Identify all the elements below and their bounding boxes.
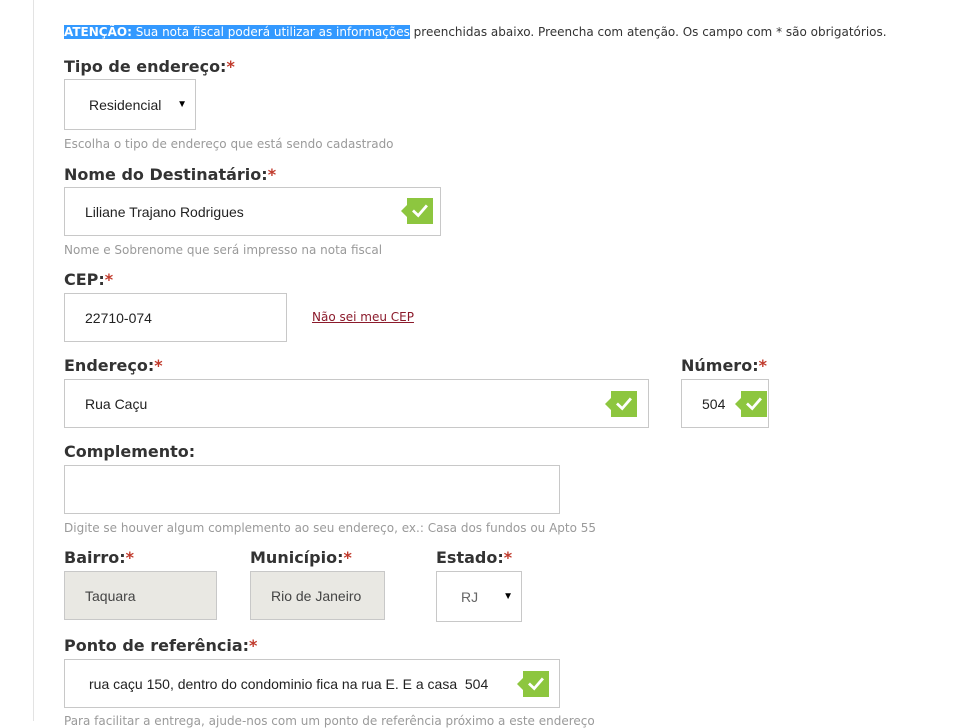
state-label-text: Estado: [436,548,504,567]
notice-rest-text: preenchidas abaixo. Preencha com atenção… [409,25,887,39]
find-cep-link[interactable]: Não sei meu CEP [312,310,414,324]
required-fields-notice: ATENÇÃO: Sua nota fiscal poderá utilizar… [64,25,887,39]
number-label: Número:* [681,356,767,375]
state-select[interactable]: RJ ▼ [436,571,522,622]
address-label: Endereço:* [64,356,163,375]
state-selected: RJ [461,588,479,605]
check-icon [735,391,767,417]
neighborhood-input[interactable]: Taquara [64,571,217,620]
address-type-selected: Residencial [89,96,162,113]
cep-label-text: CEP: [64,270,105,289]
complement-label: Complemento: [64,442,196,461]
neighborhood-label-text: Bairro: [64,548,126,567]
cep-input[interactable]: 22710-074 [64,293,287,342]
notice-highlight-text: Sua nota fiscal poderá utilizar as infor… [131,25,410,39]
reference-label: Ponto de referência:* [64,636,257,655]
city-label-text: Município: [250,548,344,567]
required-star: * [154,356,163,375]
required-star: * [226,57,235,76]
required-star: * [104,270,114,289]
address-type-label-text: Tipo de endereço: [64,57,227,76]
complement-input[interactable] [64,465,560,514]
content-border [33,0,34,721]
required-star: * [249,636,258,655]
recipient-value: Liliane Trajano Rodrigues [85,203,244,220]
cep-label: CEP:* [64,270,113,289]
caret-down-icon: ▼ [177,98,187,110]
required-star: * [503,548,513,567]
cep-value: 22710-074 [85,309,152,326]
neighborhood-value: Taquara [85,587,136,604]
address-label-text: Endereço: [64,356,155,375]
city-value: Rio de Janeiro [271,587,362,604]
required-star: * [758,356,767,375]
reference-hint: Para facilitar a entrega, ajude-nos com … [64,714,595,728]
neighborhood-label: Bairro:* [64,548,134,567]
check-icon [517,671,549,697]
required-star: * [267,165,277,184]
address-type-label: Tipo de endereço:* [64,57,235,76]
address-type-select[interactable]: Residencial ▼ [64,79,196,130]
required-star: * [125,548,135,567]
reference-label-text: Ponto de referência: [64,636,250,655]
check-icon [605,391,637,417]
number-value: 504 [702,395,726,412]
recipient-label: Nome do Destinatário:* [64,165,276,184]
reference-input[interactable]: rua caçu 150, dentro do condominio fica … [64,659,560,708]
recipient-label-text: Nome do Destinatário: [64,165,268,184]
address-value: Rua Caçu [85,395,148,412]
required-star: * [343,548,352,567]
recipient-hint: Nome e Sobrenome que será impresso na no… [64,243,383,257]
caret-down-icon: ▼ [503,590,513,602]
number-label-text: Número: [681,356,759,375]
address-input[interactable]: Rua Caçu [64,379,649,428]
address-type-hint: Escolha o tipo de endereço que está send… [64,137,394,151]
recipient-input[interactable]: Liliane Trajano Rodrigues [64,187,441,236]
check-icon [401,198,433,224]
state-label: Estado:* [436,548,512,567]
complement-hint: Digite se houver algum complemento ao se… [64,521,597,535]
notice-prefix: ATENÇÃO: [64,25,132,39]
reference-value: rua caçu 150, dentro do condominio fica … [89,675,489,692]
notice-highlight: ATENÇÃO: Sua nota fiscal poderá utilizar… [64,25,410,39]
city-input[interactable]: Rio de Janeiro [250,571,385,620]
city-label: Município:* [250,548,352,567]
